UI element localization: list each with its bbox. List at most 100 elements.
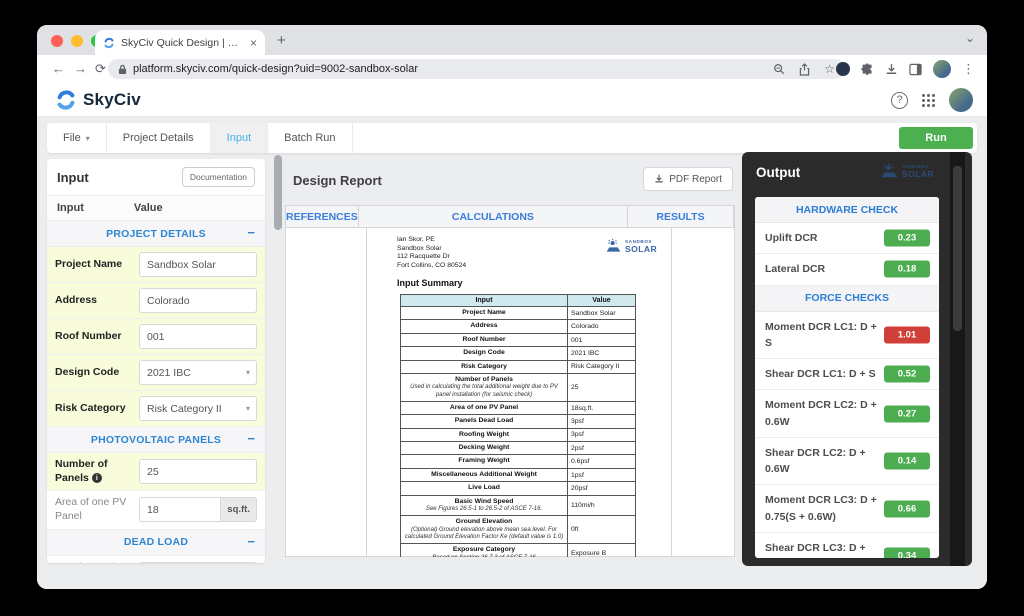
url-path: /quick-design?uid=9002-sandbox-solar xyxy=(229,63,418,75)
minimize-window-button[interactable] xyxy=(71,35,83,47)
check-label: Uplift DCR xyxy=(765,230,818,246)
table-row: Framing Weight 0.6psf xyxy=(401,455,636,468)
summary-label-text: Project Name xyxy=(404,309,564,317)
summary-row-label: Live Load xyxy=(401,482,568,495)
close-tab-icon[interactable]: × xyxy=(250,36,257,50)
summary-label-note: See Figures 26.5-1 to 26.5-2 of ASCE 7-1… xyxy=(404,506,564,513)
forward-button[interactable]: → xyxy=(74,61,87,76)
sandbox-solar-logo: SANDBOXSOLAR xyxy=(605,238,657,255)
select-value: 2021 IBC xyxy=(147,367,191,379)
info-icon[interactable]: i xyxy=(92,473,102,483)
summary-label-text: Miscellaneous Additional Weight xyxy=(404,471,564,479)
input-row-label: Project Name xyxy=(55,258,139,272)
summary-row-label: Panels Dead Load xyxy=(401,415,568,428)
summary-label-text: Roofing Weight xyxy=(404,431,564,439)
bookmark-star-icon[interactable]: ☆ xyxy=(824,62,835,76)
summary-label-text: Basic Wind Speed xyxy=(404,498,564,506)
address-bar[interactable]: platform.skyciv.com/quick-design?uid=900… xyxy=(108,59,845,79)
extension-icon[interactable] xyxy=(836,62,850,76)
vertical-scrollbar-thumb[interactable] xyxy=(274,155,282,230)
tab-batch-run[interactable]: Batch Run xyxy=(268,123,352,153)
browser-profile-avatar[interactable] xyxy=(933,60,951,78)
summary-row-value: 2psf xyxy=(568,442,636,455)
browser-menu-icon[interactable]: ⋮ xyxy=(962,61,975,77)
summary-row-value: 0.6psf xyxy=(568,455,636,468)
dcr-badge-pass: 0.14 xyxy=(884,453,930,470)
reload-button[interactable]: ⟳ xyxy=(95,61,106,77)
section-header-photovoltaic-panels[interactable]: PHOTOVOLTAIC PANELS− xyxy=(47,427,265,453)
tab-file[interactable]: File▾ xyxy=(47,123,107,153)
check-row-lateral-dcr: Lateral DCR0.18 xyxy=(755,254,939,285)
tab-input[interactable]: Input xyxy=(211,123,268,153)
table-row: Number of PanelsUsed in calculating the … xyxy=(401,374,636,402)
table-row: Address Colorado xyxy=(401,320,636,333)
input-summary-title: Input Summary xyxy=(397,278,463,288)
output-scrollbar-thumb[interactable] xyxy=(953,166,962,331)
page-tab-bar: File▾Project DetailsInputBatch Run Run xyxy=(47,123,977,153)
section-header-dead-load[interactable]: DEAD LOAD− xyxy=(47,530,265,556)
share-icon[interactable] xyxy=(799,63,810,76)
letterhead-line: Fort Collins, CO 80524 xyxy=(397,262,466,271)
input-project-name[interactable] xyxy=(139,252,257,277)
input-number-of-panels[interactable] xyxy=(139,459,257,484)
user-avatar[interactable] xyxy=(949,88,973,112)
input-row-value xyxy=(139,252,257,277)
input-row-value: Risk Category II▾ xyxy=(139,396,257,421)
output-section-hardware-check: HARDWARE CHECK xyxy=(755,197,939,223)
app-header: SkyCiv ? xyxy=(37,83,987,117)
select-risk-category[interactable]: Risk Category II▾ xyxy=(139,396,257,421)
input-area-of-one-pv-panel[interactable] xyxy=(139,497,221,522)
input-row-label: Number of Panelsi xyxy=(55,458,139,485)
input-panels-dead-load[interactable] xyxy=(139,562,230,563)
browser-tab[interactable]: SkyCiv Quick Design | SkyCiv × xyxy=(95,30,265,55)
dcr-badge-pass: 0.34 xyxy=(884,548,930,558)
collapse-minus-icon[interactable]: − xyxy=(247,534,255,549)
extensions-puzzle-icon[interactable] xyxy=(861,63,874,76)
section-header-project-details[interactable]: PROJECT DETAILS − xyxy=(47,221,265,247)
output-panel-header: Output SANDBOXSOLAR xyxy=(742,152,972,197)
run-button[interactable]: Run xyxy=(899,127,973,149)
letterhead-line: 112 Racquette Dr xyxy=(397,253,466,262)
summary-label-note: Used in calculating the total additional… xyxy=(404,384,564,398)
check-row-shear-dcr-lc1-d-s: Shear DCR LC1: D + S0.52 xyxy=(755,359,939,390)
summary-label-text: Framing Weight xyxy=(404,457,564,465)
collapse-minus-icon[interactable]: − xyxy=(247,431,255,446)
table-row: Roof Number001 xyxy=(401,333,636,346)
pdf-report-button[interactable]: PDF Report xyxy=(643,167,733,191)
input-address[interactable] xyxy=(139,288,257,313)
brand-name: SkyCiv xyxy=(83,90,141,110)
back-button[interactable]: ← xyxy=(52,61,65,76)
input-row-value xyxy=(139,459,257,484)
skyciv-brand[interactable]: SkyCiv xyxy=(55,89,141,111)
summary-row-label: Basic Wind SpeedSee Figures 26.5-1 to 26… xyxy=(401,495,568,516)
select-design-code[interactable]: 2021 IBC▾ xyxy=(139,360,257,385)
pdf-report-label: PDF Report xyxy=(669,174,722,185)
help-icon[interactable]: ? xyxy=(891,92,908,109)
collapse-minus-icon[interactable]: − xyxy=(247,225,255,240)
documentation-button[interactable]: Documentation xyxy=(182,167,255,187)
input-roof-number[interactable] xyxy=(139,324,257,349)
summary-label-text: Address xyxy=(404,322,564,330)
check-label: Shear DCR LC3: D + 0.75(S + 0.6W) xyxy=(765,540,877,558)
summary-row-label: Roofing Weight xyxy=(401,428,568,441)
app-header-actions: ? xyxy=(891,88,973,112)
tab-project-details[interactable]: Project Details xyxy=(107,123,211,153)
input-row-label: Panels Dead Load xyxy=(55,561,139,563)
chevron-down-icon[interactable]: ⌄ xyxy=(965,31,975,45)
input-row-roof-number: Roof Number xyxy=(47,319,265,355)
downloads-icon[interactable] xyxy=(885,63,898,76)
dcr-badge-fail: 1.01 xyxy=(884,326,930,343)
zoom-page-icon[interactable] xyxy=(773,63,785,75)
summary-row-value: 25 xyxy=(568,374,636,402)
output-scrollbar-track[interactable] xyxy=(950,152,965,566)
section-title: PROJECT DETAILS xyxy=(106,228,206,240)
report-paper: Ian Skor, PESandbox Solar112 Racquette D… xyxy=(367,228,671,557)
close-window-button[interactable] xyxy=(51,35,63,47)
new-tab-button[interactable]: + xyxy=(277,32,286,49)
skyciv-logo-icon xyxy=(55,89,77,111)
summary-label-note: Based on Section 26.7.3 of ASCE 7-16 xyxy=(404,555,564,557)
summary-row-value: Colorado xyxy=(568,320,636,333)
sidebar-icon[interactable] xyxy=(909,63,922,76)
check-label: Lateral DCR xyxy=(765,261,825,277)
apps-grid-icon[interactable] xyxy=(922,94,935,107)
